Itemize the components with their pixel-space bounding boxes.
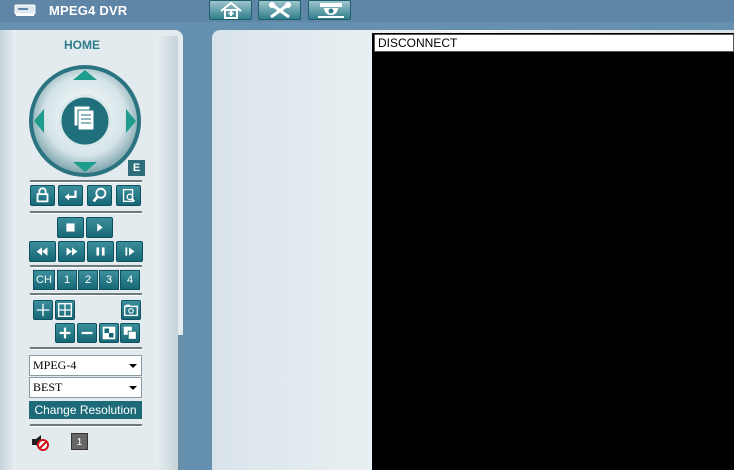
app-title: MPEG4 DVR	[49, 3, 128, 18]
divider	[30, 180, 142, 183]
change-resolution-button[interactable]: Change Resolution	[29, 401, 142, 419]
search-icon	[92, 187, 107, 203]
snapshot-folder-icon	[124, 304, 138, 317]
home-button[interactable]	[209, 0, 252, 20]
cascade-icon	[123, 326, 137, 340]
fast-forward-icon	[66, 247, 78, 256]
channel-1-button[interactable]: 1	[57, 270, 77, 290]
top-bar: MPEG4 DVR	[0, 0, 734, 22]
channel-2-button[interactable]: 2	[78, 270, 98, 290]
picture-in-picture-icon	[102, 326, 116, 340]
speaker-muted-icon[interactable]	[30, 432, 50, 452]
pause-icon	[96, 247, 105, 256]
step-forward-icon	[125, 247, 135, 256]
single-view-button[interactable]	[33, 300, 53, 320]
sequence-button[interactable]	[120, 323, 140, 343]
rewind-icon	[36, 247, 48, 256]
search-button[interactable]	[87, 185, 112, 206]
enter-button[interactable]	[58, 185, 83, 206]
home-icon	[220, 2, 242, 19]
divider	[30, 265, 142, 268]
tools-icon	[269, 2, 291, 19]
quality-select[interactable]: BEST	[29, 377, 142, 398]
zoom-in-button[interactable]	[55, 323, 75, 343]
panel-edge	[0, 30, 16, 470]
rewind-button[interactable]	[29, 241, 56, 262]
quad-layout-icon	[58, 303, 72, 317]
codec-select-value: MPEG-4	[33, 358, 77, 372]
e-button[interactable]: E	[128, 160, 145, 176]
documents-icon	[73, 105, 95, 131]
play-button[interactable]	[86, 217, 113, 238]
divider	[30, 293, 142, 296]
panel-title: HOME	[64, 38, 100, 52]
lock-button[interactable]	[30, 185, 55, 206]
divider	[30, 424, 142, 427]
divider	[30, 347, 142, 350]
chevron-down-icon	[129, 364, 137, 368]
dvr-logo-icon	[14, 4, 36, 16]
lock-icon	[36, 187, 49, 203]
document-search-icon	[122, 188, 136, 203]
zoom-out-button[interactable]	[77, 323, 97, 343]
video-display[interactable]	[372, 33, 734, 470]
single-layout-icon	[36, 303, 50, 317]
camera-button[interactable]	[308, 0, 351, 20]
panel-scroll-gutter	[156, 36, 178, 470]
quad-view-button[interactable]	[55, 300, 75, 320]
pause-button[interactable]	[87, 241, 114, 262]
divider	[30, 211, 142, 214]
connection-status: DISCONNECT	[374, 34, 734, 52]
fast-forward-button[interactable]	[58, 241, 85, 262]
codec-select[interactable]: MPEG-4	[29, 355, 142, 376]
enter-icon	[64, 190, 77, 201]
playback-search-button[interactable]	[116, 185, 141, 206]
quality-select-value: BEST	[33, 380, 63, 394]
audio-channel-badge[interactable]: 1	[71, 433, 88, 450]
ptz-direction-pad[interactable]	[28, 64, 142, 178]
plus-icon	[59, 327, 71, 339]
minus-icon	[81, 331, 93, 335]
panel-scrollbar[interactable]	[178, 335, 183, 470]
channel-4-button[interactable]: 4	[120, 270, 140, 290]
step-forward-button[interactable]	[116, 241, 143, 262]
channel-label[interactable]: CH	[33, 270, 55, 290]
camera-icon	[318, 3, 344, 18]
pip-button[interactable]	[99, 323, 119, 343]
channel-3-button[interactable]: 3	[99, 270, 119, 290]
stop-icon	[66, 223, 75, 232]
stop-button[interactable]	[57, 217, 84, 238]
chevron-down-icon	[129, 386, 137, 390]
setup-button[interactable]	[258, 0, 301, 20]
snapshot-button[interactable]	[121, 300, 141, 320]
play-icon	[97, 223, 103, 232]
